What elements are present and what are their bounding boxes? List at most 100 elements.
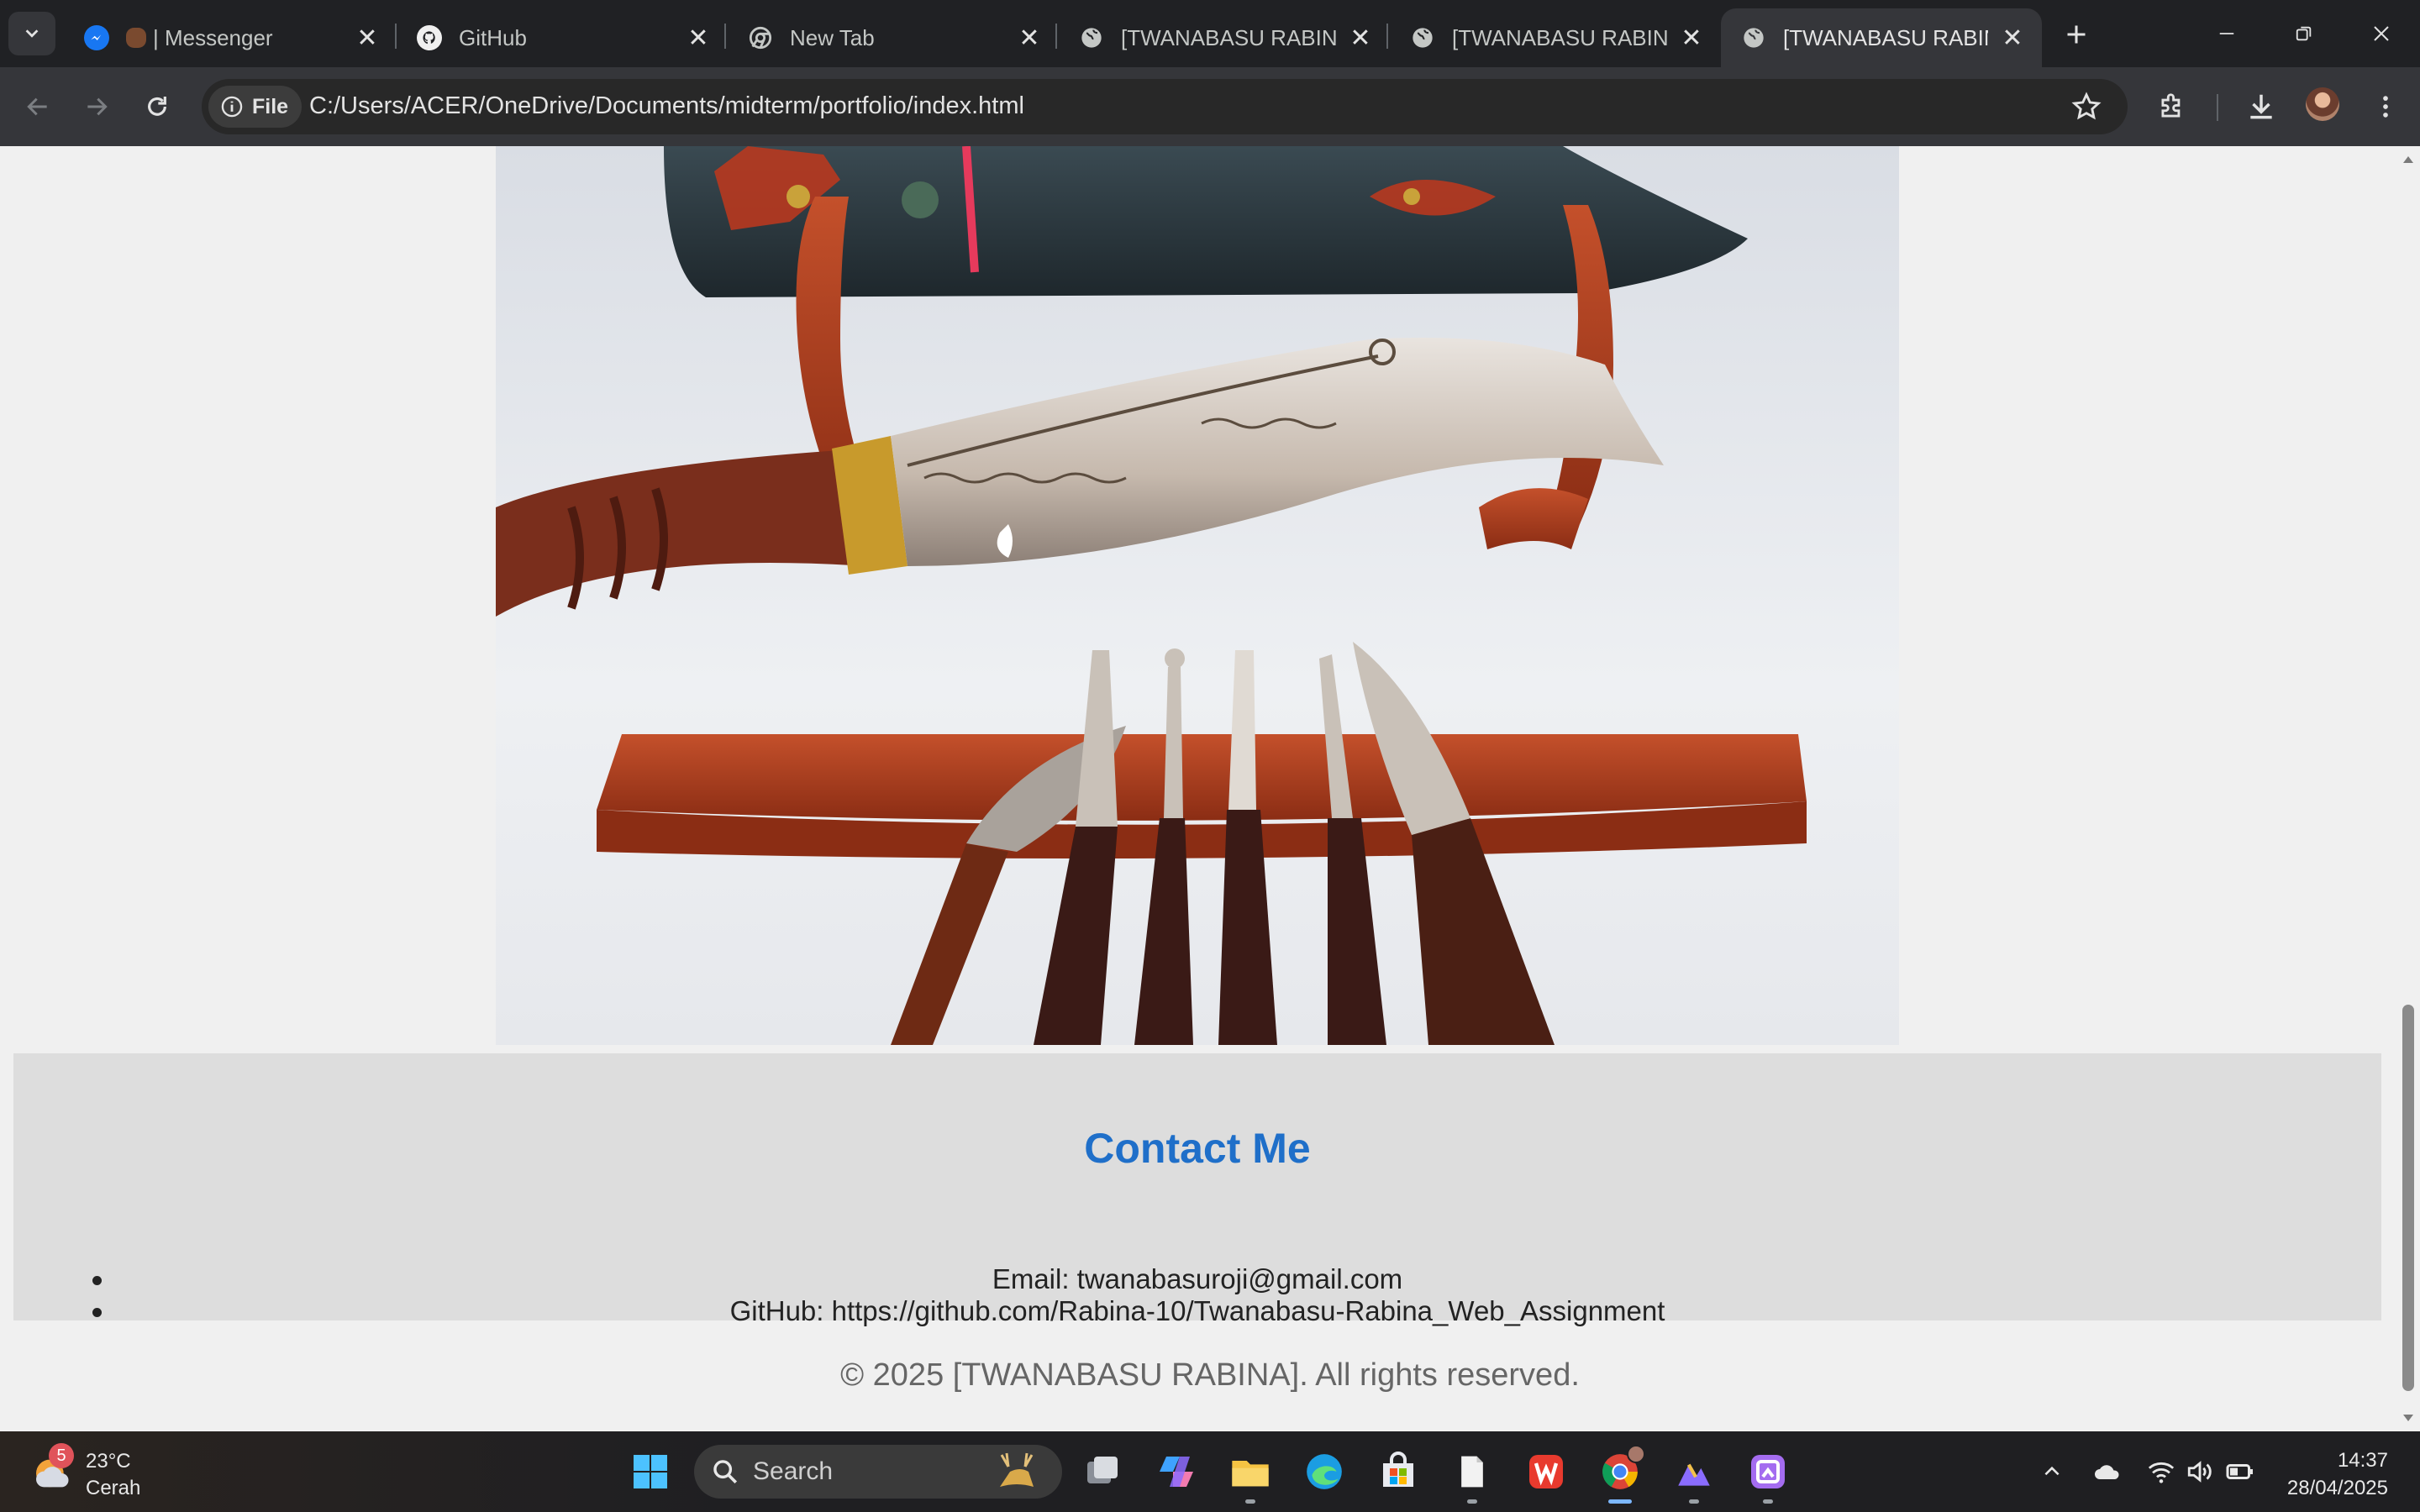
taskbar-app-copilot[interactable]: [1150, 1445, 1203, 1499]
hero-image-khukuri: [496, 146, 1899, 1045]
deer-highlight-icon: [1000, 1452, 1034, 1487]
bookmark-star-icon[interactable]: [2070, 91, 2102, 123]
cloud-icon: [2095, 1465, 2119, 1479]
weather-badge: 5: [49, 1443, 74, 1468]
wifi-tray-button[interactable]: [2144, 1455, 2178, 1488]
profile-avatar[interactable]: [2306, 87, 2339, 121]
github-icon: [417, 25, 442, 50]
battery-icon: [2226, 1464, 2253, 1479]
reload-button[interactable]: [134, 84, 180, 129]
menu-button[interactable]: [2366, 87, 2405, 126]
more-vertical-icon: [2383, 96, 2388, 118]
close-window-button[interactable]: [2343, 0, 2420, 67]
close-icon[interactable]: ✕: [686, 24, 711, 52]
close-icon: [2374, 26, 2389, 41]
scrollbar-thumb[interactable]: [2402, 1005, 2414, 1391]
pet-emoji-icon: [126, 28, 146, 48]
contact-heading: Contact Me: [1084, 1125, 1311, 1172]
tab-search-button[interactable]: [8, 12, 55, 55]
taskbar-app-task-view[interactable]: [1076, 1445, 1129, 1499]
globe-icon: [1410, 25, 1435, 50]
sketch-icon: [1678, 1463, 1710, 1486]
reload-icon: [148, 97, 166, 116]
search-placeholder: Search: [753, 1457, 834, 1485]
close-icon[interactable]: ✕: [1679, 24, 1704, 52]
file-explorer-icon: [1232, 1461, 1269, 1487]
windows-taskbar: 5 23°C Cerah Search 14:37 28/04/2025: [0, 1431, 2420, 1512]
contact-github-item: GitHub: https://github.com/Rabina-10/Twa…: [13, 1295, 2381, 1327]
close-icon[interactable]: ✕: [1017, 24, 1042, 52]
wps-icon: [1529, 1455, 1563, 1488]
taskbar-app-wps[interactable]: [1519, 1445, 1573, 1499]
minimize-icon: [2219, 33, 2234, 34]
url-text[interactable]: C:/Users/ACER/OneDrive/Documents/midterm…: [309, 92, 1024, 120]
taskbar-clock[interactable]: 14:37 28/04/2025: [2287, 1446, 2388, 1502]
site-info-chip[interactable]: File: [208, 86, 302, 128]
new-tab-button[interactable]: [2055, 13, 2097, 55]
running-indicator: [1608, 1499, 1632, 1504]
tab-label: [TWANABASU RABINA]: [1452, 24, 1667, 50]
arrow-right-icon: [87, 97, 108, 116]
restore-button[interactable]: [2265, 0, 2343, 67]
chevron-down-icon: [25, 29, 39, 38]
downloads-button[interactable]: [2242, 87, 2281, 126]
close-icon[interactable]: ✕: [1348, 24, 1373, 52]
store-icon: [1383, 1452, 1413, 1487]
taskbar-search[interactable]: Search: [694, 1445, 1062, 1499]
volume-tray-button[interactable]: [2183, 1455, 2217, 1488]
info-icon: [221, 96, 243, 118]
tab-label: [TWANABASU RABINA]: [1783, 24, 1988, 50]
close-icon[interactable]: ✕: [355, 24, 380, 52]
page-footer: © 2025 [TWANABASU RABINA]. All rights re…: [840, 1357, 1580, 1393]
profile-badge-icon: [1627, 1445, 1645, 1463]
start-button[interactable]: [623, 1445, 677, 1499]
minimize-button[interactable]: [2188, 0, 2265, 67]
weather-temp: 23°C: [86, 1450, 131, 1473]
taskbar-app-sketch[interactable]: [1667, 1445, 1721, 1504]
puzzle-icon: [2161, 93, 2181, 118]
chrome-icon: [748, 25, 773, 50]
extensions-button[interactable]: [2153, 87, 2191, 126]
volume-icon: [2187, 1461, 2212, 1483]
tab-strip: | Messenger ✕ GitHub ✕ New Tab ✕ [TWANAB…: [0, 0, 2420, 67]
arrow-left-icon: [27, 97, 47, 116]
plus-icon: [2067, 25, 2086, 44]
forward-button[interactable]: [74, 84, 119, 129]
weather-widget[interactable]: 5 23°C Cerah: [30, 1443, 198, 1500]
back-button[interactable]: [15, 84, 60, 129]
address-bar[interactable]: File C:/Users/ACER/OneDrive/Documents/mi…: [202, 79, 2128, 134]
page-scrollbar[interactable]: [2396, 146, 2420, 1431]
notepad-icon: [1461, 1456, 1483, 1488]
scroll-down-arrow-icon[interactable]: [2396, 1410, 2420, 1426]
running-indicator: [1689, 1499, 1699, 1504]
onedrive-tray-button[interactable]: [2091, 1455, 2124, 1488]
download-icon: [2250, 94, 2272, 119]
tab-messenger[interactable]: | Messenger ✕: [64, 8, 397, 67]
scroll-up-arrow-icon[interactable]: [2396, 151, 2420, 168]
globe-icon: [1079, 25, 1104, 50]
tab-portfolio-active[interactable]: [TWANABASU RABINA] ✕: [1721, 8, 2042, 67]
clock-date: 28/04/2025: [2286, 1477, 2388, 1499]
wifi-icon: [2148, 1462, 2175, 1483]
tab-portfolio-1[interactable]: [TWANABASU RABINA] ✕: [1059, 8, 1390, 67]
tab-new-tab[interactable]: New Tab ✕: [728, 8, 1059, 67]
taskbar-app-snipping-tool[interactable]: [1741, 1445, 1795, 1504]
windows-logo-icon: [634, 1455, 667, 1488]
close-icon[interactable]: ✕: [2000, 24, 2025, 52]
weather-condition: Cerah: [86, 1477, 141, 1499]
contact-email-item: Email: twanabasuroji@gmail.com: [13, 1263, 2381, 1295]
globe-icon: [1741, 25, 1766, 50]
taskbar-app-file-explorer[interactable]: [1223, 1445, 1277, 1504]
taskbar-app-store[interactable]: [1371, 1445, 1425, 1499]
battery-tray-button[interactable]: [2223, 1455, 2257, 1488]
tab-github[interactable]: GitHub ✕: [397, 8, 728, 67]
taskbar-app-edge[interactable]: [1297, 1445, 1351, 1499]
show-hidden-icons-button[interactable]: [2035, 1455, 2069, 1488]
taskbar-app-chrome[interactable]: [1593, 1445, 1647, 1504]
browser-toolbar: File C:/Users/ACER/OneDrive/Documents/mi…: [0, 67, 2420, 146]
running-indicator: [1467, 1499, 1477, 1504]
page-viewport: Contact Me Email: twanabasuroji@gmail.co…: [0, 146, 2420, 1431]
tab-portfolio-2[interactable]: [TWANABASU RABINA] ✕: [1390, 8, 1721, 67]
taskbar-app-notepad[interactable]: [1445, 1445, 1499, 1504]
contact-section: Contact Me Email: twanabasuroji@gmail.co…: [13, 1053, 2381, 1326]
